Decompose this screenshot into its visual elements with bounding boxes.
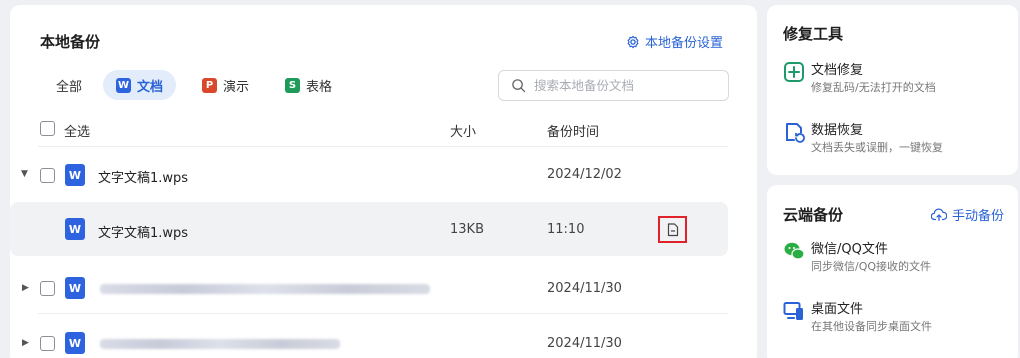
file-open-icon	[667, 222, 678, 236]
document-repair-item[interactable]: 文档修复 修复乱码/无法打开的文档	[783, 59, 1003, 103]
tab-documents[interactable]: W 文档	[103, 70, 177, 100]
wechat-icon	[784, 242, 805, 260]
tab-all-label: 全部	[56, 79, 83, 95]
backup-date: 2024/12/02	[547, 167, 622, 182]
desktop-files-label: 桌面文件	[811, 302, 864, 317]
word-file-icon: W	[65, 277, 85, 299]
desktop-device-icon	[783, 302, 803, 320]
data-recovery-desc: 文档丢失或误删，一键恢复	[811, 141, 943, 154]
cloud-backup-panel: 云端备份 手动备份 微信/QQ文件 同步微信/QQ接收的文件 桌面文件 在其他设…	[767, 185, 1018, 358]
local-backup-panel: 本地备份 本地备份设置 全部 W 文档 P 演示 S 表格 全选 大小 备份时间…	[10, 5, 757, 358]
blurred-file-name	[100, 339, 340, 349]
open-file-button[interactable]	[658, 216, 687, 243]
select-all-checkbox[interactable]	[40, 121, 55, 136]
backup-date: 2024/11/30	[547, 336, 622, 351]
wechat-qq-desc: 同步微信/QQ接收的文件	[811, 260, 932, 273]
table-row[interactable]: ▶ W 2024/11/30	[10, 315, 757, 358]
blurred-file-name	[100, 284, 430, 294]
document-repair-desc: 修复乱码/无法打开的文档	[811, 81, 936, 94]
file-name: 文字文稿1.wps	[98, 171, 189, 186]
cloud-backup-title: 云端备份	[783, 206, 844, 224]
table-row[interactable]: ▼ W 文字文稿1.wps 2024/12/02	[10, 148, 757, 202]
word-file-icon: W	[65, 332, 85, 354]
gear-icon	[627, 35, 639, 48]
row-checkbox[interactable]	[40, 168, 55, 183]
file-size: 13KB	[450, 222, 484, 237]
repair-tools-title: 修复工具	[783, 25, 844, 43]
tab-spreadsheets[interactable]: S 表格	[272, 70, 345, 100]
local-backup-settings-link[interactable]: 本地备份设置	[626, 32, 723, 51]
divider	[38, 146, 728, 147]
backup-time: 11:10	[547, 222, 585, 237]
search-box[interactable]	[498, 70, 729, 101]
file-name: 文字文稿1.wps	[98, 226, 189, 241]
select-all-label: 全选	[64, 125, 91, 140]
document-repair-label: 文档修复	[811, 63, 864, 78]
backup-date: 2024/11/30	[547, 281, 622, 296]
table-row[interactable]: ▶ W 2024/11/30	[10, 260, 757, 314]
sheet-badge-icon: S	[285, 77, 300, 93]
row-checkbox[interactable]	[40, 281, 55, 296]
ppt-badge-icon: P	[202, 77, 217, 93]
desktop-files-item[interactable]: 桌面文件 在其他设备同步桌面文件	[783, 298, 1003, 342]
cloud-upload-icon	[931, 207, 947, 221]
settings-link-label: 本地备份设置	[645, 36, 724, 51]
tab-documents-label: 文档	[137, 79, 164, 95]
manual-backup-label: 手动备份	[952, 209, 1005, 224]
tab-spreadsheets-label: 表格	[306, 79, 333, 95]
collapse-caret-icon[interactable]: ▼	[21, 169, 28, 179]
data-recovery-label: 数据恢复	[811, 123, 864, 138]
document-repair-icon	[784, 62, 804, 82]
expand-caret-icon[interactable]: ▶	[22, 338, 29, 348]
repair-tools-panel: 修复工具 文档修复 修复乱码/无法打开的文档 数据恢复 文档丢失或误删，一键恢复	[767, 5, 1018, 175]
word-badge-icon: W	[116, 77, 131, 93]
time-column-header: 备份时间	[547, 125, 600, 140]
search-input[interactable]	[534, 78, 714, 93]
size-column-header: 大小	[450, 125, 477, 140]
table-row[interactable]: W 文字文稿1.wps 13KB 11:10	[10, 202, 757, 256]
tab-all[interactable]: 全部	[43, 70, 95, 100]
row-checkbox[interactable]	[40, 336, 55, 351]
panel-title: 本地备份	[40, 33, 101, 51]
wechat-qq-files-item[interactable]: 微信/QQ文件 同步微信/QQ接收的文件	[783, 238, 1003, 282]
word-file-icon: W	[65, 218, 85, 240]
tab-presentations[interactable]: P 演示	[189, 70, 262, 100]
manual-backup-link[interactable]: 手动备份	[931, 205, 1004, 224]
data-recovery-item[interactable]: 数据恢复 文档丢失或误删，一键恢复	[783, 119, 1003, 163]
expand-caret-icon[interactable]: ▶	[22, 283, 29, 293]
word-file-icon: W	[65, 164, 85, 186]
tab-presentations-label: 演示	[223, 79, 250, 95]
divider	[38, 313, 728, 314]
wechat-qq-label: 微信/QQ文件	[811, 242, 888, 257]
data-recovery-icon	[786, 123, 805, 143]
desktop-files-desc: 在其他设备同步桌面文件	[811, 320, 932, 333]
search-icon	[512, 79, 526, 93]
